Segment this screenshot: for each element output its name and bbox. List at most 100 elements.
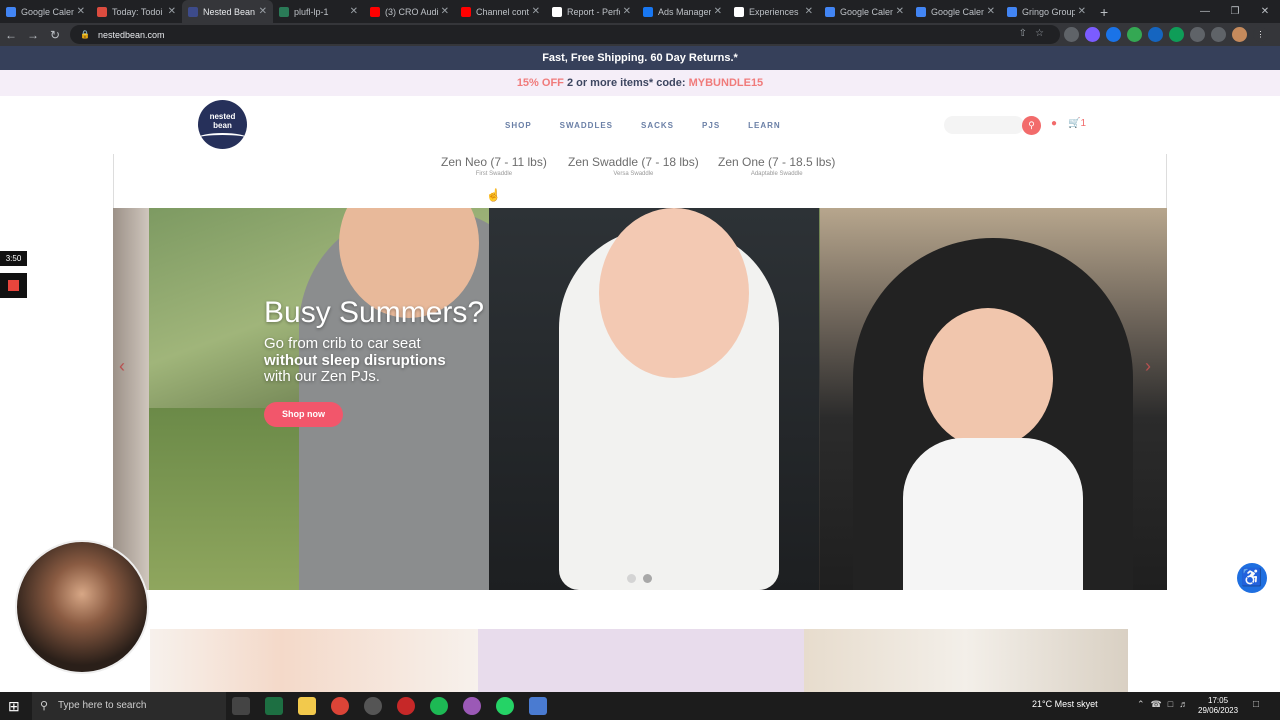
user-icon[interactable]: ●: [1051, 118, 1057, 129]
whatsapp-icon[interactable]: [496, 697, 514, 715]
tab-close-icon[interactable]: ✕: [714, 6, 722, 17]
stop-icon: [8, 280, 19, 291]
windows-start-icon[interactable]: ⊞: [8, 698, 20, 715]
subnav-sub: Adaptable Swaddle: [750, 171, 803, 177]
shop-now-button[interactable]: Shop now: [264, 402, 343, 427]
weather-widget[interactable]: 21°C Mest skyet: [1032, 699, 1098, 709]
share-star-icons[interactable]: ⇧☆: [1019, 28, 1052, 39]
tab-close-icon[interactable]: ✕: [987, 6, 995, 17]
app-icon[interactable]: [364, 697, 382, 715]
address-bar[interactable]: 🔒 nestedbean.com ⇧☆: [70, 25, 1060, 44]
subnav-zen-one[interactable]: Zen One (7 - 18.5 lbs) Adaptable Swaddle: [718, 155, 835, 177]
tab-favicon-icon: [370, 6, 380, 17]
site-header: nested bean SHOP SWADDLES SACKS PJS LEAR…: [0, 96, 1280, 154]
tab-close-icon[interactable]: ✕: [168, 6, 176, 17]
tab-close-icon[interactable]: ✕: [896, 6, 904, 17]
extension-icon[interactable]: [1106, 27, 1121, 42]
sleeping-baby-head: [923, 308, 1053, 448]
puzzle-icon[interactable]: [1190, 27, 1205, 42]
promo-banner: 15% OFF 2 or more items* code: MYBUNDLE1…: [0, 70, 1280, 96]
new-tab-button[interactable]: +: [1100, 4, 1108, 20]
product-card[interactable]: [804, 629, 1128, 692]
excel-icon[interactable]: [265, 697, 283, 715]
nav-learn[interactable]: LEARN: [748, 121, 781, 130]
tab-favicon-icon: [825, 6, 835, 17]
search-icon[interactable]: ⚲: [1022, 116, 1041, 135]
spotify-icon[interactable]: [430, 697, 448, 715]
tab-close-icon[interactable]: ✕: [1078, 6, 1086, 17]
hero-prev-slide-strip: [113, 208, 149, 590]
browser-tab[interactable]: (3) CRO Audi ✕: [364, 0, 455, 23]
browser-tab[interactable]: Nested Bean ✕: [182, 0, 273, 23]
browser-tab-bar: Google Calen ✕ Today: Todoi ✕ Nested Bean ✕ pl…: [0, 0, 1280, 23]
browser-tab[interactable]: Gringo Group ✕: [1001, 0, 1092, 23]
app-icon[interactable]: [397, 697, 415, 715]
subnav-zen-neo[interactable]: Zen Neo (7 - 11 lbs) First Swaddle: [441, 155, 547, 177]
tab-close-icon[interactable]: ✕: [441, 6, 449, 17]
notification-icon[interactable]: □: [1253, 699, 1259, 710]
product-card[interactable]: [478, 629, 804, 692]
stop-recording-button[interactable]: [0, 273, 27, 298]
taskbar-search-input[interactable]: ⚲ Type here to search: [32, 692, 226, 720]
restore-icon[interactable]: ❐: [1220, 0, 1250, 23]
browser-tab[interactable]: Today: Todoi ✕: [91, 0, 182, 23]
browser-tab[interactable]: Report - Perfo ✕: [546, 0, 637, 23]
tab-close-icon[interactable]: ✕: [532, 6, 540, 17]
window-controls: — ❐ ✕: [1190, 0, 1280, 23]
carousel-next-icon[interactable]: ›: [1145, 356, 1151, 377]
browser-tab[interactable]: Experiences ✕: [728, 0, 819, 23]
accessibility-icon[interactable]: ♿: [1237, 563, 1267, 593]
extension-icon[interactable]: [1127, 27, 1142, 42]
close-window-icon[interactable]: ✕: [1250, 0, 1280, 23]
minimize-icon[interactable]: —: [1190, 0, 1220, 23]
extension-icon[interactable]: [1148, 27, 1163, 42]
tab-close-icon[interactable]: ✕: [259, 6, 267, 17]
tab-title: Gringo Group: [1022, 6, 1075, 17]
sidebar-icon[interactable]: [1211, 27, 1226, 42]
taskbar-clock[interactable]: 17:05 29/06/2023: [1198, 696, 1238, 716]
nav-shop[interactable]: SHOP: [505, 121, 532, 130]
extension-icon[interactable]: [1169, 27, 1184, 42]
reload-icon[interactable]: ↻: [44, 28, 66, 42]
nav-pjs[interactable]: PJS: [702, 121, 720, 130]
tab-close-icon[interactable]: ✕: [805, 6, 813, 17]
menu-dots-icon[interactable]: ⋮: [1253, 27, 1268, 42]
browser-tab[interactable]: plufl-lp-1 ✕: [273, 0, 364, 23]
browser-tab[interactable]: Google Calen ✕: [819, 0, 910, 23]
promo-text: 2 or more items* code:: [563, 77, 689, 89]
camera-extension-icon[interactable]: [1064, 27, 1079, 42]
tab-favicon-icon: [97, 6, 107, 17]
browser-tab[interactable]: Google Calen ✕: [0, 0, 91, 23]
calculator-icon[interactable]: [529, 697, 547, 715]
back-icon[interactable]: ←: [0, 28, 22, 42]
nav-swaddles[interactable]: SWADDLES: [560, 121, 613, 130]
file-explorer-icon[interactable]: [298, 697, 316, 715]
nested-bean-logo[interactable]: nested bean: [198, 100, 247, 149]
browser-tab[interactable]: Ads Manager ✕: [637, 0, 728, 23]
subnav-zen-swaddle[interactable]: Zen Swaddle (7 - 18 lbs) Versa Swaddle: [568, 155, 699, 177]
system-tray-icons[interactable]: ⌃☎□♬: [1137, 699, 1194, 710]
profile-avatar[interactable]: [1232, 27, 1247, 42]
app-icon[interactable]: [463, 697, 481, 715]
tab-close-icon[interactable]: ✕: [350, 6, 358, 17]
carousel-dot-active[interactable]: [643, 574, 652, 583]
cart-icon[interactable]: 🛒1: [1068, 118, 1086, 129]
tab-favicon-icon: [1007, 6, 1017, 17]
main-nav: SHOP SWADDLES SACKS PJS LEARN: [505, 121, 781, 130]
subnav-name: Zen Neo (7 - 11 lbs): [441, 155, 547, 169]
carousel-prev-icon[interactable]: ‹: [119, 356, 125, 377]
browser-tab[interactable]: Google Calen ✕: [910, 0, 1001, 23]
promo-code: MYBUNDLE15: [688, 77, 764, 89]
browser-tab[interactable]: Channel cont ✕: [455, 0, 546, 23]
tab-close-icon[interactable]: ✕: [623, 6, 631, 17]
forward-icon[interactable]: →: [22, 28, 44, 42]
site-search-input[interactable]: [944, 116, 1024, 134]
task-view-icon[interactable]: [232, 697, 250, 715]
tab-favicon-icon: [279, 6, 289, 17]
extension-icon[interactable]: [1085, 27, 1100, 42]
product-card[interactable]: [150, 629, 478, 692]
carousel-dot[interactable]: [627, 574, 636, 583]
nav-sacks[interactable]: SACKS: [641, 121, 674, 130]
chrome-icon[interactable]: [331, 697, 349, 715]
tab-close-icon[interactable]: ✕: [77, 6, 85, 17]
